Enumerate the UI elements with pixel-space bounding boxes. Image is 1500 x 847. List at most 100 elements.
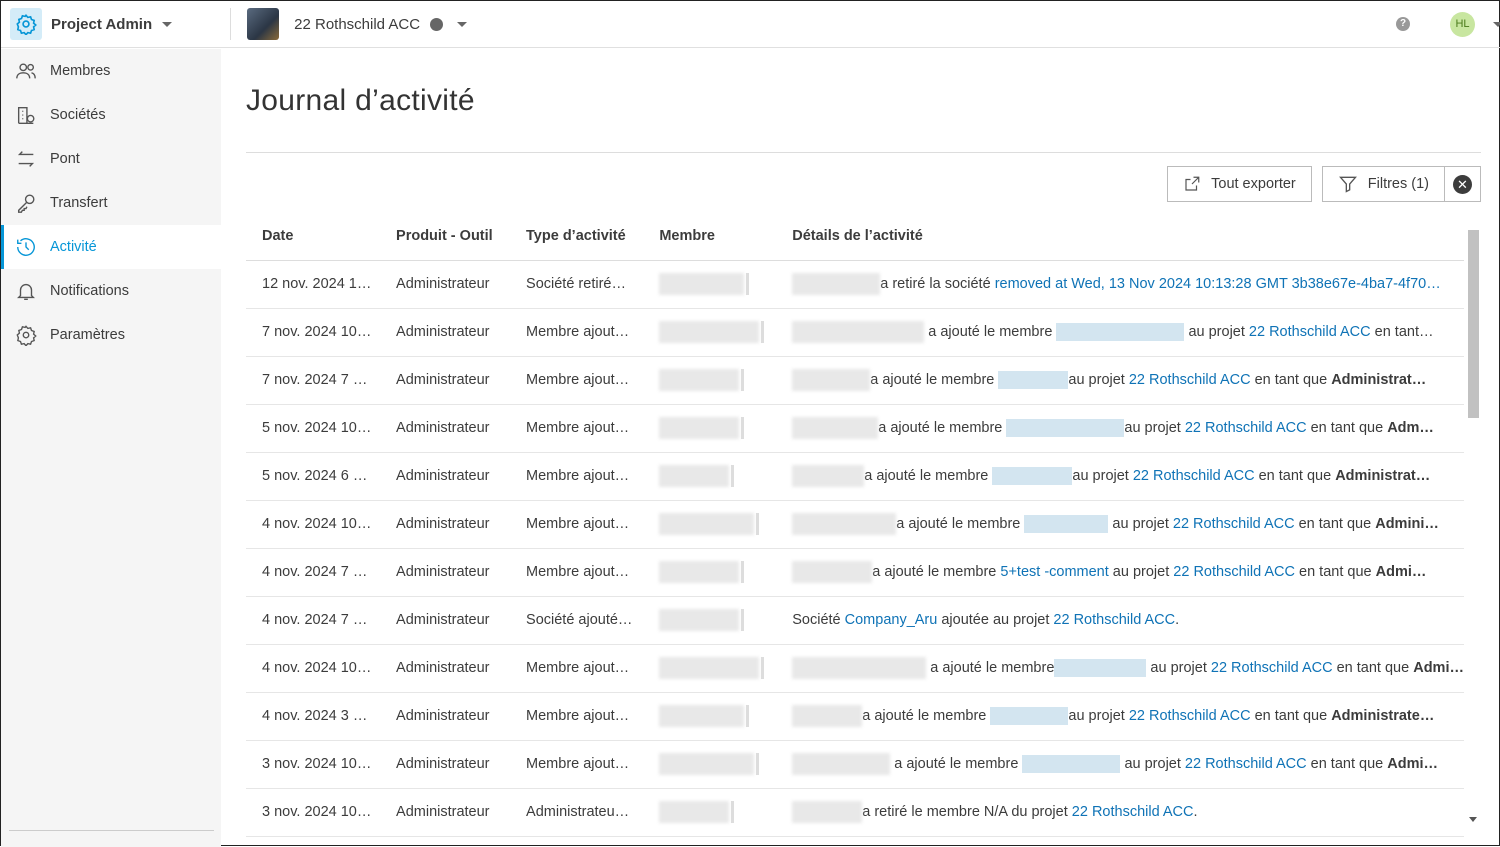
scrollbar[interactable]: [1466, 226, 1480, 822]
detail-link[interactable]: 22 Rothschild ACC: [1072, 804, 1194, 820]
column-header-product-tool[interactable]: Produit - Outil: [380, 212, 511, 261]
cell-member: [643, 788, 777, 837]
sidebar-item-label: Pont: [50, 151, 80, 167]
divider: [741, 561, 745, 583]
scroll-down-icon[interactable]: [1469, 817, 1477, 822]
divider: [246, 152, 1481, 153]
cell-product: Administrateur: [380, 500, 511, 549]
table-row[interactable]: 12 nov. 2024 1… Administrateur Société r…: [246, 260, 1464, 309]
scrollbar-thumb[interactable]: [1468, 230, 1479, 418]
chevron-down-icon[interactable]: [457, 21, 468, 27]
export-all-button[interactable]: Tout exporter: [1167, 166, 1312, 202]
role-text: Adm…: [1387, 419, 1434, 436]
detail-link[interactable]: 22 Rothschild ACC: [1173, 516, 1295, 532]
cell-member: [643, 596, 777, 645]
detail-link[interactable]: 5+test -comment: [1000, 564, 1108, 580]
clear-filters-button[interactable]: ✕: [1445, 166, 1481, 202]
redacted-member-link[interactable]: [1056, 323, 1185, 341]
detail-link[interactable]: 22 Rothschild ACC: [1249, 324, 1371, 340]
divider: [741, 369, 745, 391]
redacted-member-link[interactable]: [1054, 659, 1147, 677]
detail-link[interactable]: 22 Rothschild ACC: [1129, 708, 1251, 724]
column-header-date[interactable]: Date: [246, 212, 381, 261]
project-switcher[interactable]: 22 Rothschild ACC: [294, 16, 420, 33]
redacted-member-link[interactable]: [998, 371, 1069, 389]
cell-details: a ajouté le membre au projet 22 Rothschi…: [776, 644, 1464, 693]
redacted-member-link[interactable]: [1024, 515, 1109, 533]
redacted-member-link[interactable]: [1022, 755, 1121, 773]
redacted-user: [792, 657, 927, 679]
redacted-member: [659, 801, 730, 823]
redacted-member-link[interactable]: [990, 707, 1069, 725]
detail-text: en tant que: [1254, 467, 1336, 484]
detail-link[interactable]: 22 Rothschild ACC: [1211, 660, 1333, 676]
detail-text: a ajouté le membre: [924, 323, 1057, 340]
cell-type: Membre ajout…: [510, 500, 644, 549]
chevron-down-icon[interactable]: [1493, 22, 1500, 27]
cell-details: a ajouté le membre 5+test -comment au pr…: [776, 548, 1464, 597]
detail-link[interactable]: removed at Wed, 13 Nov 2024 10:13:28 GMT…: [995, 276, 1441, 292]
avatar[interactable]: HL: [1450, 12, 1475, 37]
detail-text: a ajouté le membre: [872, 563, 1001, 580]
table-row[interactable]: 4 nov. 2024 3 … Administrateur Membre aj…: [246, 692, 1464, 741]
detail-link[interactable]: 22 Rothschild ACC: [1053, 612, 1175, 628]
redacted-member: [659, 417, 740, 439]
redacted-user: [792, 273, 881, 295]
table-row[interactable]: 4 nov. 2024 10… Administrateur Membre aj…: [246, 500, 1464, 549]
redacted-member-link[interactable]: [1006, 419, 1125, 437]
table-row[interactable]: 7 nov. 2024 10… Administrateur Membre aj…: [246, 308, 1464, 357]
detail-text: a ajouté le membre: [926, 659, 1055, 676]
cell-member: [643, 740, 777, 789]
sidebar-item-societes[interactable]: Sociétés: [1, 93, 221, 137]
table-row[interactable]: 4 nov. 2024 7 … Administrateur Membre aj…: [246, 548, 1464, 597]
role-text: Admi…: [1375, 563, 1427, 580]
table-row[interactable]: 3 nov. 2024 10… Administrateur Administr…: [246, 788, 1464, 837]
cell-type: Administrateu…: [510, 788, 644, 837]
detail-text: en tant que: [1294, 563, 1376, 580]
sidebar-item-activite[interactable]: Activité: [1, 225, 221, 269]
sidebar-item-notifications[interactable]: Notifications: [1, 269, 221, 313]
column-header-activity-details[interactable]: Détails de l’activité: [776, 212, 1464, 261]
table-row[interactable]: 4 nov. 2024 10… Administrateur Membre aj…: [246, 644, 1464, 693]
column-header-member[interactable]: Membre: [643, 212, 777, 261]
detail-link[interactable]: 22 Rothschild ACC: [1173, 564, 1295, 580]
table-row[interactable]: 4 nov. 2024 7 … Administrateur Société a…: [246, 596, 1464, 645]
sidebar-item-pont[interactable]: Pont: [1, 137, 221, 181]
detail-link[interactable]: 22 Rothschild ACC: [1133, 468, 1255, 484]
detail-link[interactable]: 22 Rothschild ACC: [1129, 372, 1251, 388]
detail-text: en tant que: [1306, 755, 1388, 772]
cell-product: Administrateur: [380, 596, 511, 645]
detail-link[interactable]: 22 Rothschild ACC: [1185, 420, 1307, 436]
gear-icon[interactable]: [10, 8, 42, 40]
role-text: Administrat…: [1335, 467, 1431, 484]
detail-text: a ajouté le membre: [862, 707, 991, 724]
sidebar-item-transfert[interactable]: Transfert: [1, 181, 221, 225]
detail-text: a ajouté le membre: [896, 515, 1025, 532]
cell-product: Administrateur: [380, 404, 511, 453]
app-switcher[interactable]: Project Admin: [51, 16, 152, 33]
detail-link[interactable]: Company_Aru: [845, 612, 938, 628]
cell-member: [643, 644, 777, 693]
sidebar-item-membres[interactable]: Membres: [1, 49, 221, 93]
detail-link[interactable]: 22 Rothschild ACC: [1185, 756, 1307, 772]
detail-text: en tant que: [1294, 515, 1376, 532]
role-text: Admi…: [1387, 755, 1438, 772]
cell-type: Membre ajout…: [510, 308, 644, 357]
cell-product: Administrateur: [380, 548, 511, 597]
key-icon: [17, 194, 35, 213]
table-row[interactable]: 3 nov. 2024 10… Administrateur Membre aj…: [246, 740, 1464, 789]
detail-text: a retiré la société: [880, 275, 995, 292]
table-row[interactable]: 5 nov. 2024 6 … Administrateur Membre aj…: [246, 452, 1464, 501]
table-row[interactable]: 7 nov. 2024 7 … Administrateur Membre aj…: [246, 356, 1464, 405]
table-row[interactable]: 5 nov. 2024 10… Administrateur Membre aj…: [246, 404, 1464, 453]
filters-button[interactable]: Filtres (1): [1321, 166, 1445, 202]
column-header-activity-type[interactable]: Type d’activité: [510, 212, 644, 261]
redacted-member-link[interactable]: [992, 467, 1073, 485]
sidebar-item-parametres[interactable]: Paramètres: [1, 313, 221, 357]
redacted-member: [659, 561, 740, 583]
chevron-down-icon[interactable]: [162, 21, 173, 27]
redacted-user: [792, 321, 925, 343]
cell-product: Administrateur: [380, 740, 511, 789]
top-bar: Project Admin 22 Rothschild ACC ? HL: [1, 1, 1500, 48]
help-icon[interactable]: ?: [1396, 17, 1410, 31]
